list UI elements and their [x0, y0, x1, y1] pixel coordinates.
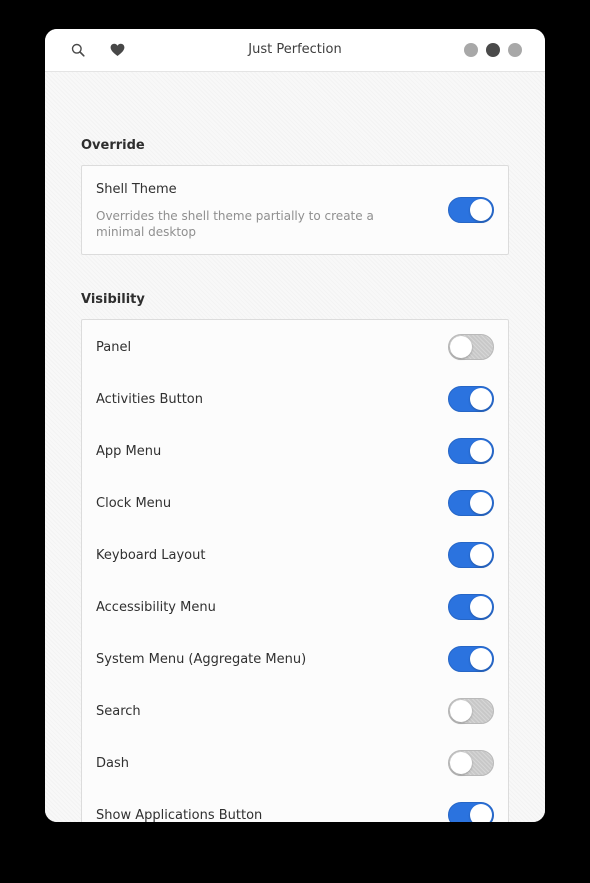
close-button[interactable]	[508, 43, 522, 57]
dash-label: Dash	[96, 756, 129, 771]
visibility-frame: Panel Activities Button App Menu Clock M…	[81, 319, 509, 822]
clock-menu-label: Clock Menu	[96, 496, 172, 511]
app-menu-row: App Menu	[82, 424, 508, 476]
shell-theme-row: Shell Theme Overrides the shell theme pa…	[82, 166, 508, 254]
minimize-button[interactable]	[464, 43, 478, 57]
dash-switch[interactable]	[448, 750, 494, 776]
switch-knob	[450, 336, 472, 358]
dash-row: Dash	[82, 736, 508, 788]
panel-switch[interactable]	[448, 334, 494, 360]
show-applications-button-row: Show Applications Button	[82, 788, 508, 822]
switch-knob	[450, 752, 472, 774]
switch-knob	[470, 596, 492, 618]
switch-knob	[470, 199, 492, 221]
search-row: Search	[82, 684, 508, 736]
search-label: Search	[96, 704, 141, 719]
search-switch[interactable]	[448, 698, 494, 724]
system-menu-label: System Menu (Aggregate Menu)	[96, 652, 307, 667]
switch-knob	[470, 492, 492, 514]
switch-knob	[470, 804, 492, 822]
switch-knob	[470, 544, 492, 566]
switch-knob	[450, 700, 472, 722]
system-menu-row: System Menu (Aggregate Menu)	[82, 632, 508, 684]
shell-theme-label: Shell Theme	[96, 182, 177, 197]
shell-theme-description: Overrides the shell theme partially to c…	[96, 209, 374, 239]
activities-button-label: Activities Button	[96, 392, 203, 407]
accessibility-menu-label: Accessibility Menu	[96, 600, 216, 615]
app-menu-label: App Menu	[96, 444, 162, 459]
keyboard-layout-label: Keyboard Layout	[96, 548, 206, 563]
clock-menu-switch[interactable]	[448, 490, 494, 516]
override-frame: Shell Theme Overrides the shell theme pa…	[81, 165, 509, 255]
system-menu-switch[interactable]	[448, 646, 494, 672]
switch-knob	[470, 440, 492, 462]
keyboard-layout-switch[interactable]	[448, 542, 494, 568]
app-window: Just Perfection Override Shell Theme Ove…	[45, 29, 545, 822]
app-menu-switch[interactable]	[448, 438, 494, 464]
panel-row: Panel	[82, 320, 508, 372]
accessibility-menu-row: Accessibility Menu	[82, 580, 508, 632]
switch-knob	[470, 388, 492, 410]
shell-theme-switch[interactable]	[448, 197, 494, 223]
preferences-content[interactable]: Override Shell Theme Overrides the shell…	[45, 72, 545, 822]
activities-button-row: Activities Button	[82, 372, 508, 424]
maximize-button[interactable]	[486, 43, 500, 57]
show-applications-button-switch[interactable]	[448, 802, 494, 822]
activities-button-switch[interactable]	[448, 386, 494, 412]
override-section-title: Override	[81, 138, 145, 153]
keyboard-layout-row: Keyboard Layout	[82, 528, 508, 580]
clock-menu-row: Clock Menu	[82, 476, 508, 528]
switch-knob	[470, 648, 492, 670]
show-applications-button-label: Show Applications Button	[96, 808, 263, 822]
accessibility-menu-switch[interactable]	[448, 594, 494, 620]
visibility-section-title: Visibility	[81, 292, 145, 307]
header-bar: Just Perfection	[45, 29, 545, 72]
panel-label: Panel	[96, 340, 132, 355]
